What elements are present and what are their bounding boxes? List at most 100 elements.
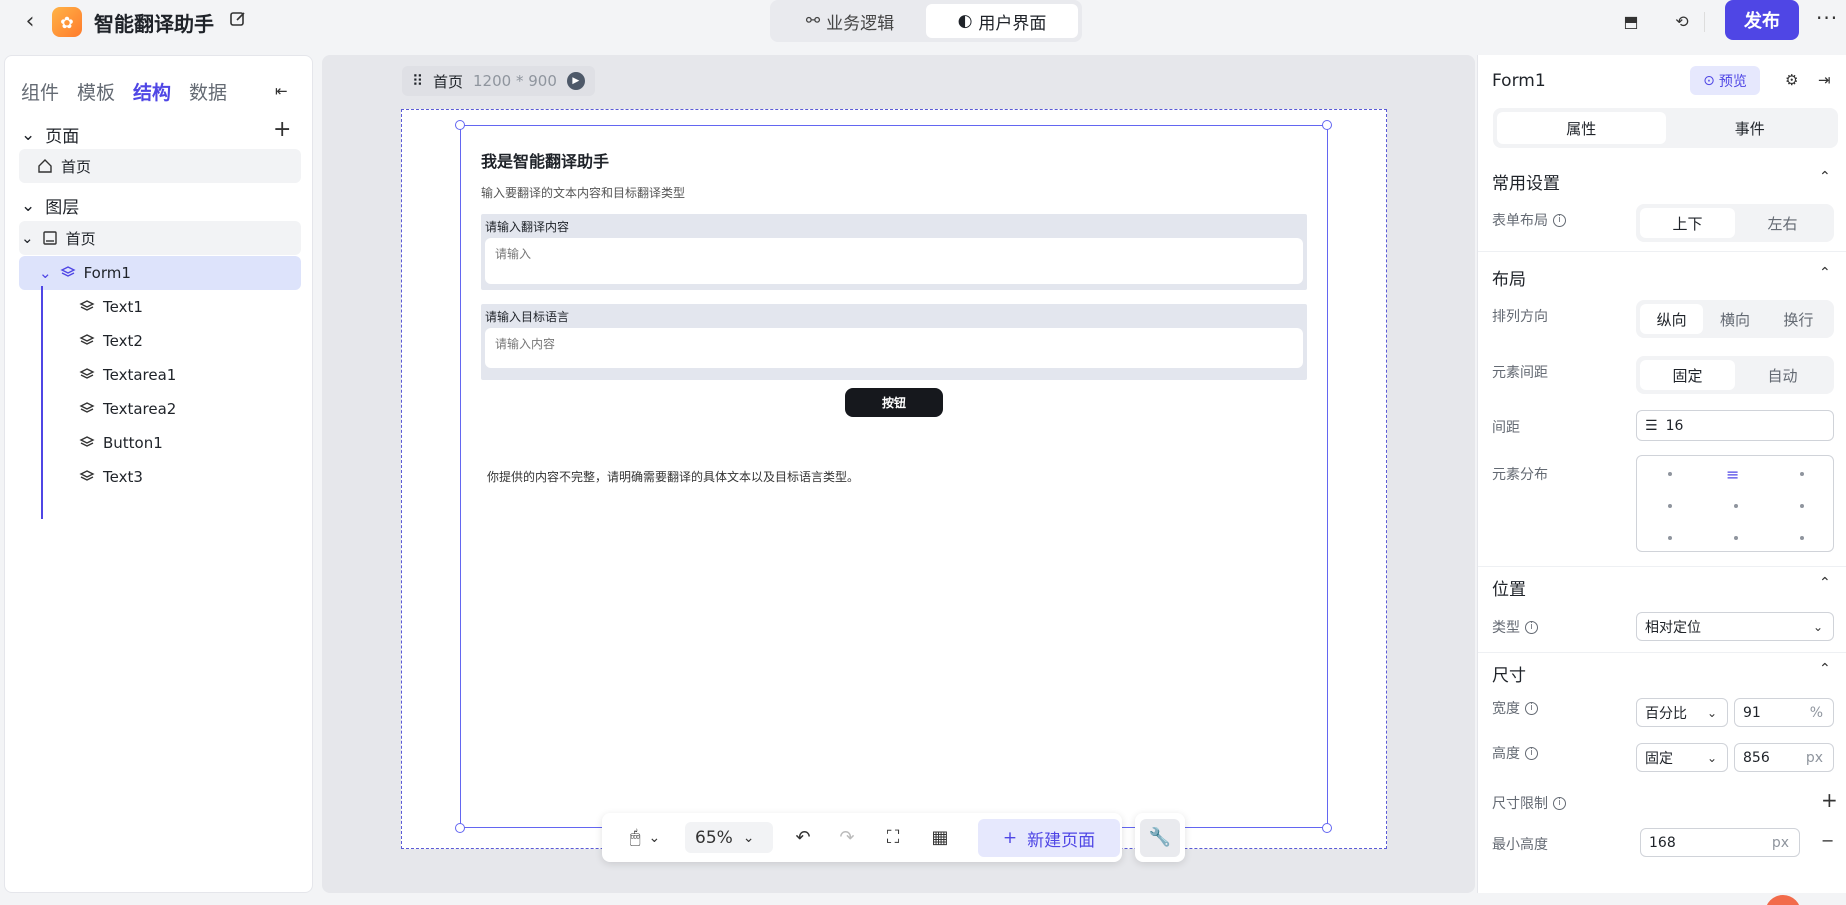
save-version-icon[interactable]: ⬒ [1620,10,1642,32]
layer-item-text2[interactable]: Text2 [19,324,301,358]
edit-icon[interactable] [229,10,249,30]
back-arrow-icon[interactable]: ‹ [18,9,42,34]
redo-icon[interactable]: ↷ [832,813,862,862]
canvas-subheading[interactable]: 输入要翻译的文本内容和目标翻译类型 [481,184,685,201]
layer-item-text3[interactable]: Text3 [19,460,301,494]
result-text[interactable]: 你提供的内容不完整，请明确需要翻译的具体文本以及目标语言类型。 [487,468,859,485]
tab-properties[interactable]: 属性 [1497,112,1666,144]
form-layout-vertical[interactable]: 上下 [1640,208,1735,238]
form-layout-horizontal[interactable]: 左右 [1735,208,1830,238]
textarea2-block[interactable]: 请输入目标语言 请输入内容 [481,304,1307,380]
distribution-dot[interactable] [1668,536,1672,540]
info-icon[interactable]: i [1525,701,1538,715]
history-icon[interactable]: ⟲ [1671,10,1693,32]
layer-item-textarea1[interactable]: Textarea1 [19,358,301,392]
min-height-input[interactable]: 168 px [1640,828,1800,857]
drag-handle-icon[interactable]: ⠿ [412,72,423,90]
chevron-up-icon[interactable]: ⌃ [1819,265,1831,281]
page-size: 1200 * 900 [473,72,557,90]
tools-button[interactable]: 🔧 [1135,813,1185,862]
pointer-mode-selector[interactable]: 🖱 ⌄ [618,813,672,862]
grid-view-icon[interactable]: ▦ [925,813,955,862]
layer-root-home[interactable]: ⌄ 首页 [19,221,301,255]
chevron-up-icon[interactable]: ⌃ [1819,169,1831,185]
layer-item-form1[interactable]: ⌄ Form1 [19,256,301,290]
direction-horizontal[interactable]: 横向 [1703,304,1766,334]
distribution-dot[interactable] [1734,536,1738,540]
tab-components[interactable]: 组件 [21,78,59,105]
tab-templates[interactable]: 模板 [77,78,115,105]
preview-button[interactable]: ⊙ 预览 [1690,66,1760,95]
layer-item-textarea2[interactable]: Textarea2 [19,392,301,426]
common-settings-header[interactable]: 常用设置 [1492,169,1560,194]
tab-user-interface[interactable]: ◐ 用户界面 [926,4,1078,38]
undo-icon[interactable]: ↶ [788,813,818,862]
spacing-auto[interactable]: 自动 [1735,360,1830,390]
pages-section-header[interactable]: ⌄ 页面 [21,122,79,148]
resize-handle[interactable] [455,120,465,130]
distribution-grid[interactable]: ≡ [1636,455,1834,552]
distribution-dot[interactable] [1800,504,1804,508]
height-mode-select[interactable]: 固定 ⌄ [1636,743,1728,772]
resize-handle[interactable] [455,823,465,833]
form-layout-label: 表单布局 i [1492,210,1566,230]
width-mode-select[interactable]: 百分比 ⌄ [1636,698,1728,727]
zoom-selector[interactable]: 65% ⌄ [685,822,773,853]
chevron-up-icon[interactable]: ⌃ [1819,575,1831,591]
tab-data[interactable]: 数据 [189,78,227,105]
direction-vertical[interactable]: 纵向 [1640,304,1704,334]
layers-section-header[interactable]: ⌄ 图层 [21,193,79,219]
direction-wrap[interactable]: 换行 [1767,304,1830,334]
resize-handle[interactable] [1322,823,1332,833]
size-header[interactable]: 尺寸 [1492,661,1526,686]
tab-business-logic[interactable]: ⚯ 业务逻辑 [774,4,926,38]
remove-min-height-icon[interactable]: − [1821,831,1834,850]
tab-structure[interactable]: 结构 [133,78,171,105]
layer-item-button1[interactable]: Button1 [19,426,301,460]
page-label[interactable]: ⠿ 首页 1200 * 900 ▶ [402,66,595,96]
layout-header[interactable]: 布局 [1492,265,1526,290]
fit-screen-icon[interactable]: ⛶ [878,813,908,862]
add-size-limit-icon[interactable]: + [1821,788,1838,812]
canvas-heading[interactable]: 我是智能翻译助手 [481,148,609,172]
left-panel-tabs: 组件 模板 结构 数据 [21,78,227,105]
top-bar: ‹ ✿ 智能翻译助手 ⚯ 业务逻辑 ◐ 用户界面 ⬒ ⟲ 发布 ··· [0,0,1846,48]
page-item-home[interactable]: 首页 [19,149,301,183]
align-center-icon[interactable]: ≡ [1726,465,1739,484]
distribution-label: 元素分布 [1492,467,1548,483]
gap-input[interactable]: ☰ 16 [1636,410,1834,441]
collapse-panel-icon[interactable]: ⇤ [275,82,288,100]
tab-events[interactable]: 事件 [1666,112,1835,144]
assistant-avatar[interactable] [1765,895,1801,905]
new-page-button[interactable]: + 新建页面 [978,819,1120,857]
add-page-icon[interactable]: + [273,117,291,142]
info-icon[interactable]: i [1553,213,1566,227]
translate-content-input[interactable]: 请输入 [485,238,1303,284]
canvas-submit-button[interactable]: 按钮 [845,388,943,417]
collapse-right-panel-icon[interactable]: ⇥ [1818,71,1831,89]
info-icon[interactable]: i [1525,620,1538,634]
layer-item-text1[interactable]: Text1 [19,290,301,324]
position-type-select[interactable]: 相对定位 ⌄ [1636,612,1834,641]
info-icon[interactable]: i [1553,796,1566,810]
distribution-dot[interactable] [1668,472,1672,476]
textarea1-block[interactable]: 请输入翻译内容 请输入 [481,214,1307,290]
width-label: 宽度 i [1492,698,1538,718]
distribution-dot[interactable] [1800,472,1804,476]
distribution-dot[interactable] [1668,504,1672,508]
position-header[interactable]: 位置 [1492,575,1526,600]
distribution-dot[interactable] [1800,536,1804,540]
play-icon[interactable]: ▶ [566,72,585,90]
resize-handle[interactable] [1322,120,1332,130]
settings-icon[interactable]: ⚙ [1785,71,1798,89]
layers-icon [60,265,76,281]
height-input[interactable]: 856 px [1734,743,1834,772]
more-menu-icon[interactable]: ··· [1816,6,1838,30]
distribution-dot[interactable] [1734,504,1738,508]
spacing-fixed[interactable]: 固定 [1640,360,1735,390]
publish-button[interactable]: 发布 [1725,0,1799,40]
info-icon[interactable]: i [1525,746,1538,760]
width-input[interactable]: 91 % [1734,698,1834,727]
target-language-input[interactable]: 请输入内容 [485,328,1303,368]
chevron-up-icon[interactable]: ⌃ [1819,661,1831,677]
